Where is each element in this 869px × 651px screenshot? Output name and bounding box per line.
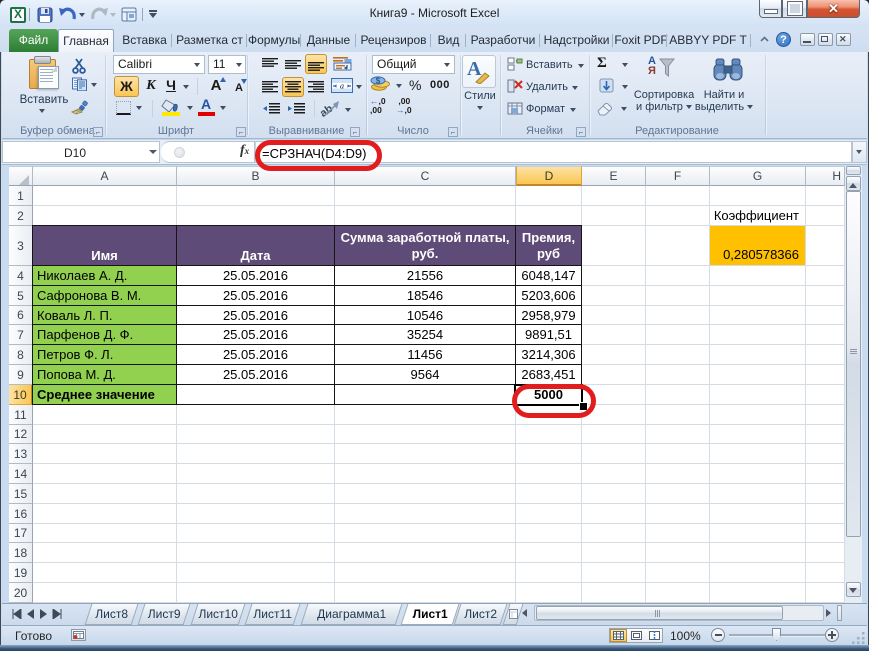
svg-text:a: a <box>340 82 344 91</box>
svg-text:$: $ <box>376 77 381 86</box>
